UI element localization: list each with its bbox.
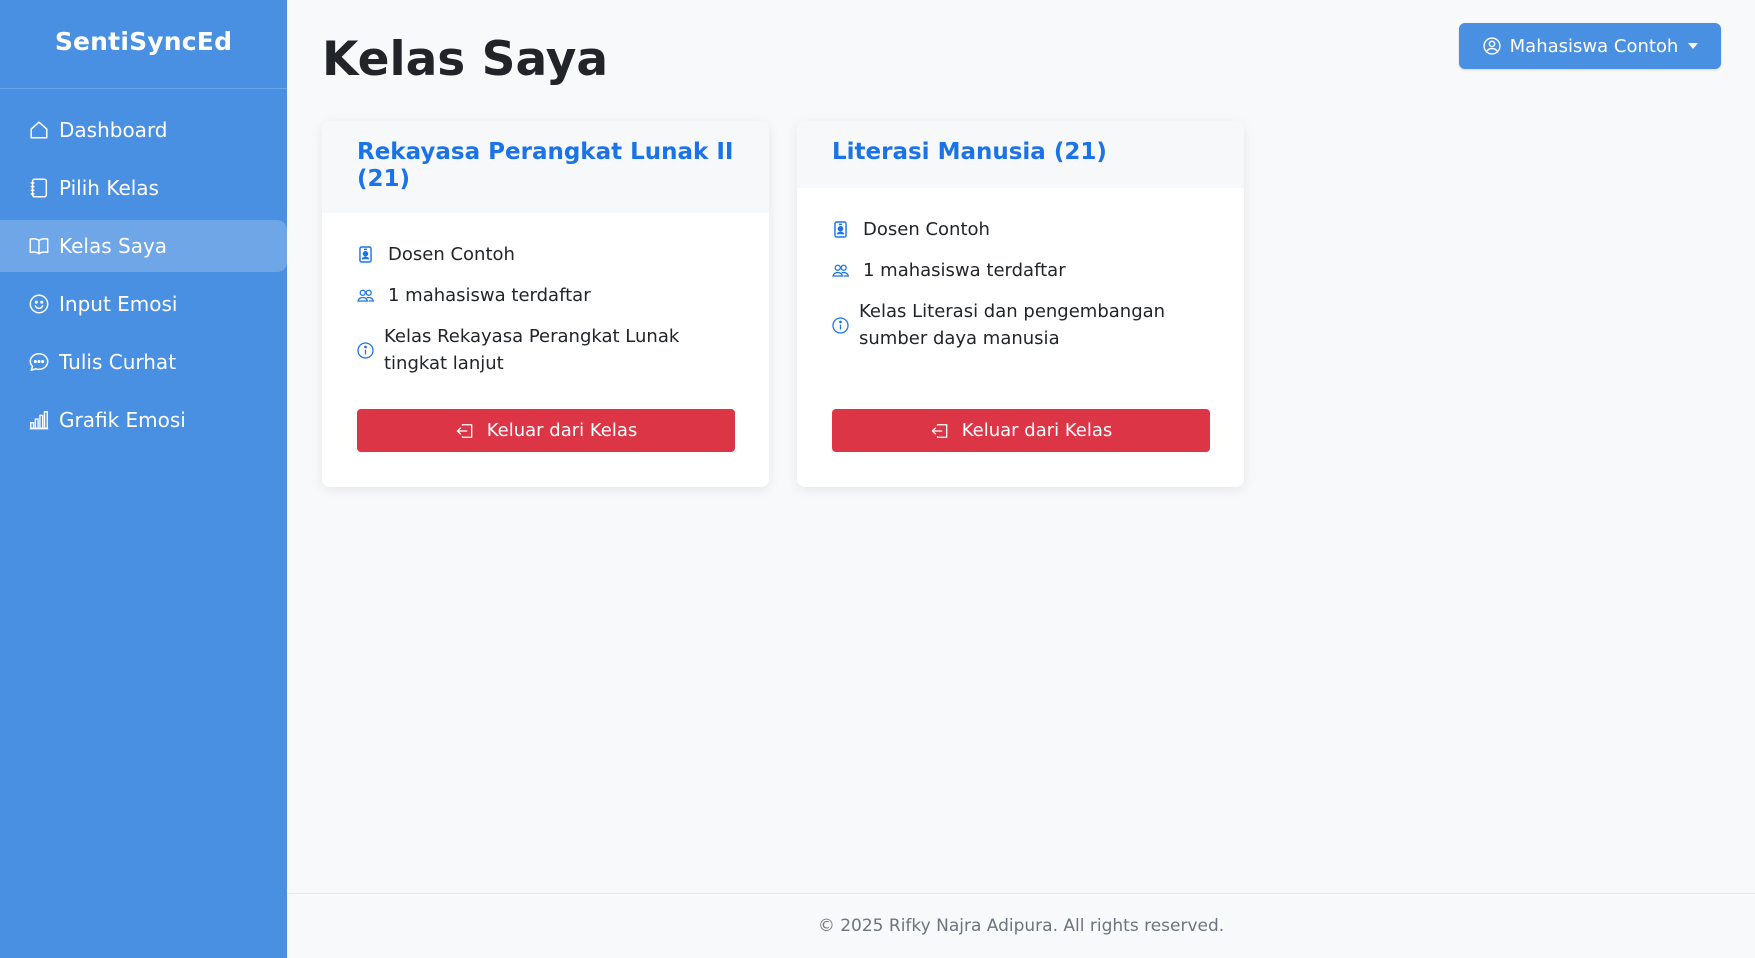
class-description: Kelas Literasi dan pengembangan sumber d… — [859, 301, 1166, 349]
lecturer-name: Dosen Contoh — [388, 244, 515, 265]
main-content: Kelas Saya Mahasiswa Contoh Rekayasa Per… — [287, 0, 1755, 893]
card-header: Rekayasa Perangkat Lunak II (21) — [322, 121, 769, 213]
sidebar-item-dashboard[interactable]: Dashboard — [0, 104, 287, 156]
user-menu-button[interactable]: Mahasiswa Contoh — [1459, 23, 1721, 69]
book-icon — [29, 238, 49, 255]
sidebar-item-input-emosi[interactable]: Input Emosi — [0, 278, 287, 330]
sidebar-item-label: Input Emosi — [59, 292, 178, 316]
footer: © 2025 Rifky Najra Adipura. All rights r… — [287, 893, 1755, 958]
sidebar: SentiSyncEd Dashboard Pilih Kelas Kelas … — [0, 0, 287, 958]
class-description: Kelas Rekayasa Perangkat Lunak tingkat l… — [384, 326, 680, 374]
leave-class-button[interactable]: Keluar dari Kelas — [357, 409, 735, 452]
sidebar-item-label: Kelas Saya — [59, 234, 168, 258]
page-title: Kelas Saya — [322, 32, 609, 87]
sidebar-item-label: Tulis Curhat — [59, 350, 177, 374]
leave-class-label: Keluar dari Kelas — [961, 420, 1113, 441]
students-row: 1 mahasiswa terdaftar — [356, 282, 735, 309]
class-card: Literasi Manusia (21) Dosen Contoh 1 mah… — [797, 121, 1244, 487]
leave-class-button[interactable]: Keluar dari Kelas — [832, 409, 1210, 452]
card-title: Literasi Manusia (21) — [832, 139, 1107, 165]
bar-chart-icon — [29, 411, 49, 430]
info-circle-icon — [832, 316, 849, 334]
house-icon — [30, 121, 48, 139]
footer-copyright: © 2025 Rifky Najra Adipura. All rights r… — [817, 916, 1225, 936]
lecturer-row: Dosen Contoh — [356, 241, 735, 268]
sidebar-item-kelas-saya[interactable]: Kelas Saya — [0, 220, 287, 272]
lecturer-name: Dosen Contoh — [863, 219, 990, 240]
card-title: Rekayasa Perangkat Lunak II (21) — [357, 139, 734, 192]
students-row: 1 mahasiswa terdaftar — [831, 257, 1210, 284]
user-menu-label: Mahasiswa Contoh — [1509, 35, 1679, 57]
chat-icon — [29, 353, 49, 371]
students-count: 1 mahasiswa terdaftar — [388, 285, 591, 306]
person-badge-icon — [359, 246, 372, 263]
notebook-icon — [30, 178, 48, 198]
card-body: Dosen Contoh 1 mahasiswa terdaftar Kelas… — [797, 188, 1244, 352]
sidebar-item-grafik-emosi[interactable]: Grafik Emosi — [0, 394, 287, 446]
sidebar-item-label: Pilih Kelas — [59, 176, 159, 200]
people-icon — [357, 289, 375, 302]
person-circle-icon — [1483, 37, 1501, 55]
box-arrow-left-icon — [456, 423, 473, 438]
sidebar-item-label: Dashboard — [59, 118, 168, 142]
sidebar-item-label: Grafik Emosi — [59, 408, 186, 432]
students-count: 1 mahasiswa terdaftar — [863, 260, 1066, 281]
sidebar-nav: Dashboard Pilih Kelas Kelas Saya Input E… — [0, 89, 287, 446]
info-circle-icon — [357, 341, 374, 359]
description-row: Kelas Rekayasa Perangkat Lunak tingkat l… — [356, 323, 735, 377]
smile-icon — [29, 294, 49, 314]
description-row: Kelas Literasi dan pengembangan sumber d… — [831, 298, 1210, 352]
brand-logo[interactable]: SentiSyncEd — [0, 0, 287, 89]
sidebar-item-pilih-kelas[interactable]: Pilih Kelas — [0, 162, 287, 214]
lecturer-row: Dosen Contoh — [831, 216, 1210, 243]
people-icon — [832, 264, 850, 277]
box-arrow-left-icon — [931, 423, 948, 438]
leave-class-label: Keluar dari Kelas — [486, 420, 638, 441]
class-card: Rekayasa Perangkat Lunak II (21) Dosen C… — [322, 121, 769, 487]
chevron-down-icon — [1688, 43, 1699, 49]
person-badge-icon — [834, 221, 847, 238]
card-body: Dosen Contoh 1 mahasiswa terdaftar Kelas… — [322, 213, 769, 377]
sidebar-item-tulis-curhat[interactable]: Tulis Curhat — [0, 336, 287, 388]
card-header: Literasi Manusia (21) — [797, 121, 1244, 188]
